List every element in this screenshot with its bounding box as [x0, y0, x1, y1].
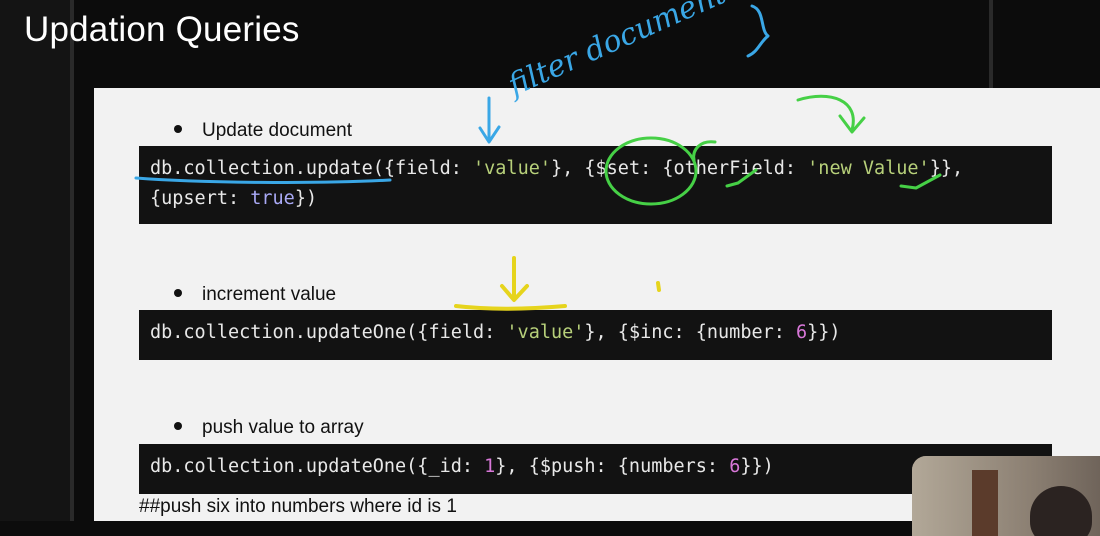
code-token: }}): [807, 322, 841, 343]
left-dark-strip: [0, 0, 72, 521]
bullet-update-document: Update document: [174, 120, 352, 142]
push-comment: ##push six into numbers where id is 1: [139, 496, 457, 517]
presenter-webcam: [912, 456, 1100, 536]
slide-title: Updation Queries: [24, 10, 300, 49]
code-token: {upsert:: [150, 188, 251, 209]
code-token: }, {$inc: {number:: [584, 322, 797, 343]
code-token: 6: [796, 322, 808, 343]
code-token: true: [250, 188, 295, 209]
code-token: }, {$push: {numbers:: [495, 456, 730, 477]
bullet-dot-icon: [174, 421, 182, 430]
code-token: 1: [484, 456, 496, 477]
code-line: db.collection.updateOne({field: 'value'}…: [150, 318, 1041, 348]
code-token: db.collection.updateOne({_id:: [150, 456, 485, 477]
code-token: }, {$set: {otherField:: [550, 158, 808, 179]
code-block-increment: db.collection.updateOne({field: 'value'}…: [139, 310, 1052, 360]
code-token: 6: [729, 456, 741, 477]
code-token: }},: [929, 158, 964, 179]
code-block-update: db.collection.update({field: 'value'}, {…: [139, 146, 1052, 224]
bullet-increment-value: increment value: [174, 284, 336, 306]
code-line: db.collection.updateOne({_id: 1}, {$push…: [150, 452, 1041, 482]
code-token: }}): [740, 456, 774, 477]
bullet-label: push value to array: [202, 417, 364, 438]
code-line: db.collection.update({field: 'value'}, {…: [150, 154, 1041, 184]
bullet-dot-icon: [174, 124, 182, 133]
bullet-label: Update document: [202, 120, 352, 141]
code-token: 'new Value': [807, 158, 930, 179]
code-token: 'value': [506, 322, 585, 343]
code-line: {upsert: true}): [150, 184, 1041, 214]
code-token: }): [294, 188, 318, 209]
bullet-push-value: push value to array: [174, 417, 364, 439]
code-token: 'value': [473, 158, 551, 179]
webcam-door: [972, 470, 998, 536]
blue-brace-icon: [746, 4, 770, 58]
code-token: db.collection.update({field:: [150, 158, 474, 179]
bullet-dot-icon: [174, 288, 182, 297]
divider-left: [70, 0, 74, 521]
bullet-label: increment value: [202, 284, 337, 305]
code-token: db.collection.updateOne({field:: [150, 322, 507, 343]
